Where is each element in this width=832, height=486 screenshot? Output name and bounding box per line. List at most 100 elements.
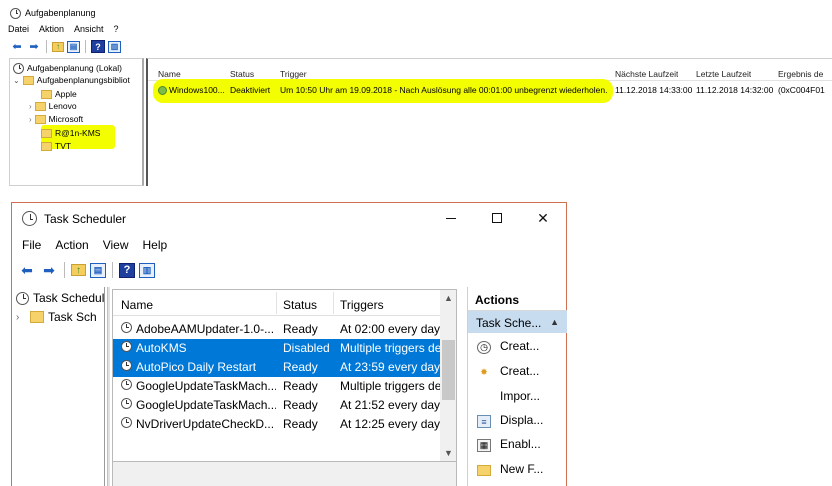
help-icon[interactable]: ? [119,262,135,278]
menu-ansicht[interactable]: Ansicht [74,24,104,34]
task-clock-icon [121,379,132,390]
menu-datei[interactable]: Datei [8,24,29,34]
show-hide-action-pane-icon[interactable]: ▥ [139,262,155,278]
column-header-name[interactable]: Name [121,298,153,312]
table-row[interactable]: AutoKMS Disabled Multiple triggers de [113,339,448,358]
folder-icon [30,311,44,323]
column-divider[interactable] [276,292,277,314]
column-header-status[interactable]: Status [283,298,317,312]
task-result-cell: (0xC004F01 [778,85,825,95]
column-header-status[interactable]: Status [230,69,254,79]
up-folder-icon[interactable]: ↑ [52,41,64,52]
menu-action[interactable]: Action [55,238,88,252]
pane-splitter[interactable] [107,287,110,486]
tree-item-apple[interactable]: Apple [41,88,77,100]
chevron-down-icon[interactable]: ⌄ [13,76,20,85]
chevron-right-icon[interactable]: › [16,312,26,323]
folder-icon [22,75,34,85]
task-scheduler-window: Task Scheduler ✕ File Action View Help ⬅… [11,202,567,486]
column-header-name[interactable]: Name [158,69,181,79]
up-folder-icon[interactable]: ↑ [71,264,86,276]
table-row[interactable]: GoogleUpdateTaskMach... Ready At 21:52 e… [113,396,448,415]
tree-item-lenovo[interactable]: › Lenovo [29,100,77,112]
menu-help[interactable]: Help [143,238,168,252]
column-header-last-run[interactable]: Letzte Laufzeit [696,69,751,79]
task-name-cell: GoogleUpdateTaskMach... [136,379,276,393]
tree-item-tvt[interactable]: TVT [41,140,71,152]
folder-icon [477,465,491,476]
title-bar[interactable]: Task Scheduler ✕ [12,203,566,233]
action-import-task[interactable]: Impor... [468,389,567,411]
enable-history-icon: ▦ [477,439,491,452]
action-display-running-tasks[interactable]: ≡ Displa... [468,413,567,435]
menu-file[interactable]: File [22,238,41,252]
table-row[interactable]: GoogleUpdateTaskMach... Ready Multiple t… [113,377,448,396]
column-header-next-run[interactable]: Nächste Laufzeit [615,69,678,79]
chevron-right-icon[interactable]: › [29,115,32,124]
folder-icon [34,101,46,111]
toolbar-separator [46,40,47,53]
minimize-button[interactable] [428,203,474,233]
scroll-up-icon[interactable]: ▲ [440,293,456,303]
task-detail-pane [112,461,457,486]
navigation-tree: Task Schedule › Task Sch [13,287,105,486]
tree-item-root[interactable]: Aufgabenplanung (Lokal) [13,62,122,74]
table-row[interactable]: AutoPico Daily Restart Ready At 23:59 ev… [113,358,448,377]
column-header-trigger[interactable]: Trigger [280,69,307,79]
task-trigger-cell: At 02:00 every day [340,322,440,336]
maximize-button[interactable] [474,203,520,233]
menu-aktion[interactable]: Aktion [39,24,64,34]
window-title: Task Scheduler [22,211,126,226]
help-icon[interactable]: ? [91,40,105,53]
vertical-scrollbar[interactable]: ▲ ▼ [440,290,456,462]
action-create-basic-task[interactable]: ◷ Creat... [468,339,567,361]
column-header-triggers[interactable]: Triggers [340,298,384,312]
tree-item-library[interactable]: ⌄ Aufgabenplanungsbibliot [13,74,130,86]
tree-item-r1n-kms[interactable]: R@1n-KMS [41,127,100,139]
action-enable-history[interactable]: ▦ Enabl... [468,437,567,459]
maximize-icon [492,213,502,223]
back-arrow-icon[interactable]: ⬅ [10,40,24,53]
menu-view[interactable]: View [103,238,129,252]
menu-bar: Datei Aktion Ansicht ? [8,24,119,34]
task-list-header: Name Status Triggers [113,290,456,316]
task-name-cell: AutoPico Daily Restart [136,360,257,374]
task-scheduler-icon [13,62,24,74]
menu-bar: File Action View Help [22,238,167,252]
task-next-run-cell: 11.12.2018 14:33:00 [615,85,693,95]
forward-arrow-icon[interactable]: ➡ [27,40,41,53]
toolbar-separator [85,40,86,53]
table-row[interactable]: Windows100... Deaktiviert Um 10:50 Uhr a… [148,84,832,98]
show-hide-console-tree-icon[interactable]: ▤ [90,262,106,278]
toolbar-separator [64,262,65,278]
action-create-task[interactable]: ✸ Creat... [468,364,567,386]
show-hide-console-tree-icon[interactable]: ▤ [67,40,80,53]
tree-item-root[interactable]: Task Schedule [16,289,104,307]
task-scheduler-icon [10,7,21,19]
back-arrow-icon[interactable]: ⬅ [18,262,36,278]
task-status-cell: Ready [283,417,318,431]
forward-arrow-icon[interactable]: ➡ [40,262,58,278]
tree-item-microsoft[interactable]: › Microsoft [29,113,83,125]
show-hide-action-pane-icon[interactable]: ▥ [108,40,121,53]
table-row[interactable]: AdobeAAMUpdater-1.0-... Ready At 02:00 e… [113,320,448,339]
chevron-right-icon[interactable]: › [29,102,32,111]
tree-item-library[interactable]: › Task Sch [16,308,97,326]
scroll-thumb[interactable] [442,340,455,400]
table-row[interactable]: NvDriverUpdateCheckD... Ready At 12:25 e… [113,415,448,434]
menu-help[interactable]: ? [114,24,119,34]
task-status-cell: Deaktiviert [230,85,271,95]
column-header-result[interactable]: Ergebnis de [778,69,832,79]
action-new-folder[interactable]: New F... [468,462,567,484]
task-name-cell: GoogleUpdateTaskMach... [136,398,276,412]
folder-icon [41,128,52,138]
actions-section-task-scheduler[interactable]: Task Sche... ▲ [468,311,567,333]
task-clock-icon [121,360,132,371]
task-clock-icon [121,341,132,352]
collapse-triangle-icon[interactable]: ▲ [550,317,559,327]
column-divider[interactable] [333,292,334,314]
task-clock-icon [121,322,132,333]
task-name-cell: AdobeAAMUpdater-1.0-... [136,322,275,336]
close-button[interactable]: ✕ [520,203,566,233]
scroll-down-icon[interactable]: ▼ [440,448,456,458]
